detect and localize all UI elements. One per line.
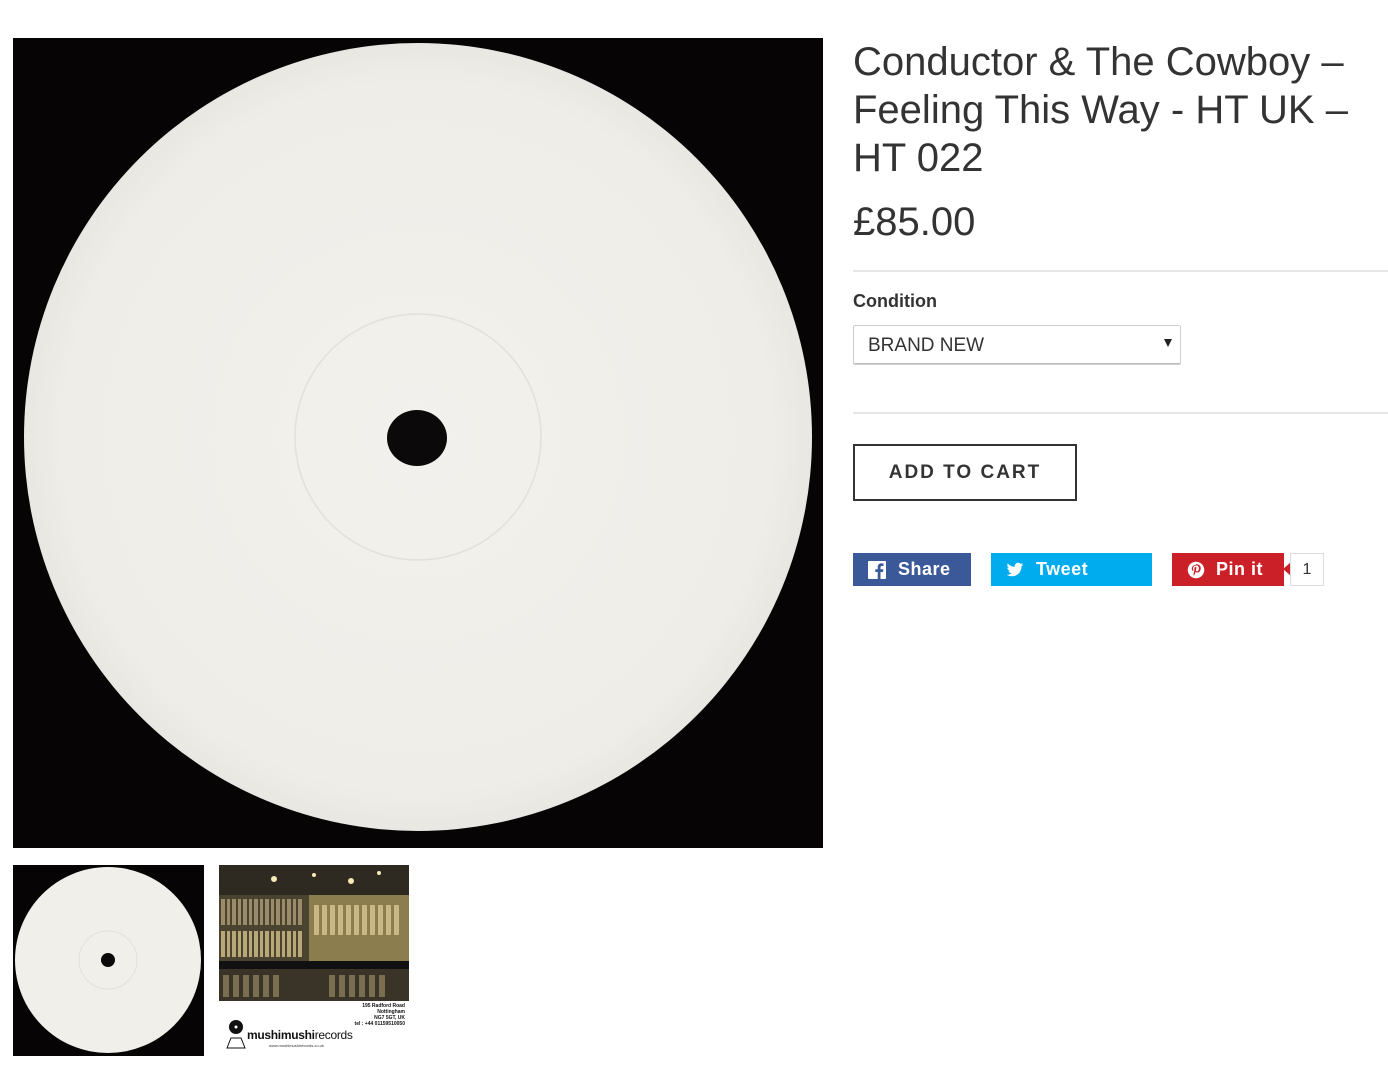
facebook-icon <box>868 560 886 579</box>
shop-logo-name: mushimushirecords <box>247 1028 353 1042</box>
record-shop-photo <box>219 865 409 1001</box>
vinyl-record-thumbnail <box>13 865 204 1056</box>
product-price: £85.00 <box>853 200 976 244</box>
product-info: Conductor & The Cowboy – Feeling This Wa… <box>853 38 1388 586</box>
record-player-icon <box>226 1020 246 1049</box>
main-product-image[interactable] <box>13 38 823 848</box>
thumbnail-record[interactable] <box>13 865 204 1056</box>
dropdown-arrow-icon <box>1164 339 1172 347</box>
condition-selected-value: BRAND NEW <box>868 335 985 356</box>
pin-label: Pin it <box>1216 559 1263 579</box>
social-sharing: Share Tweet Pin it 1 <box>853 553 1388 586</box>
share-label: Share <box>898 559 951 579</box>
facebook-share-button[interactable]: Share <box>853 553 971 586</box>
twitter-tweet-button[interactable]: Tweet <box>991 553 1152 586</box>
pin-count-badge: 1 <box>1290 553 1324 586</box>
condition-select[interactable]: BRAND NEW <box>853 325 1181 365</box>
vinyl-record-image <box>13 38 823 848</box>
thumbnail-shop-card[interactable]: 195 Radford Road Nottingham NG7 5GT, UK … <box>219 865 409 1056</box>
pinterest-icon <box>1187 561 1205 579</box>
divider <box>853 270 1388 272</box>
pinterest-pin-button[interactable]: Pin it <box>1172 553 1284 586</box>
product-page: 195 Radford Road Nottingham NG7 5GT, UK … <box>0 0 1388 1073</box>
tweet-label: Tweet <box>1036 559 1089 579</box>
product-title: Conductor & The Cowboy – Feeling This Wa… <box>853 40 1348 180</box>
divider <box>853 412 1388 414</box>
twitter-icon <box>1006 561 1024 579</box>
add-to-cart-button[interactable]: ADD TO CART <box>853 444 1077 501</box>
shop-website: www.mushimushirecords.co.uk <box>269 1043 324 1048</box>
condition-label: Condition <box>853 291 937 311</box>
mushimushi-logo: mushimushirecords www.mushimushirecords.… <box>225 1015 405 1053</box>
